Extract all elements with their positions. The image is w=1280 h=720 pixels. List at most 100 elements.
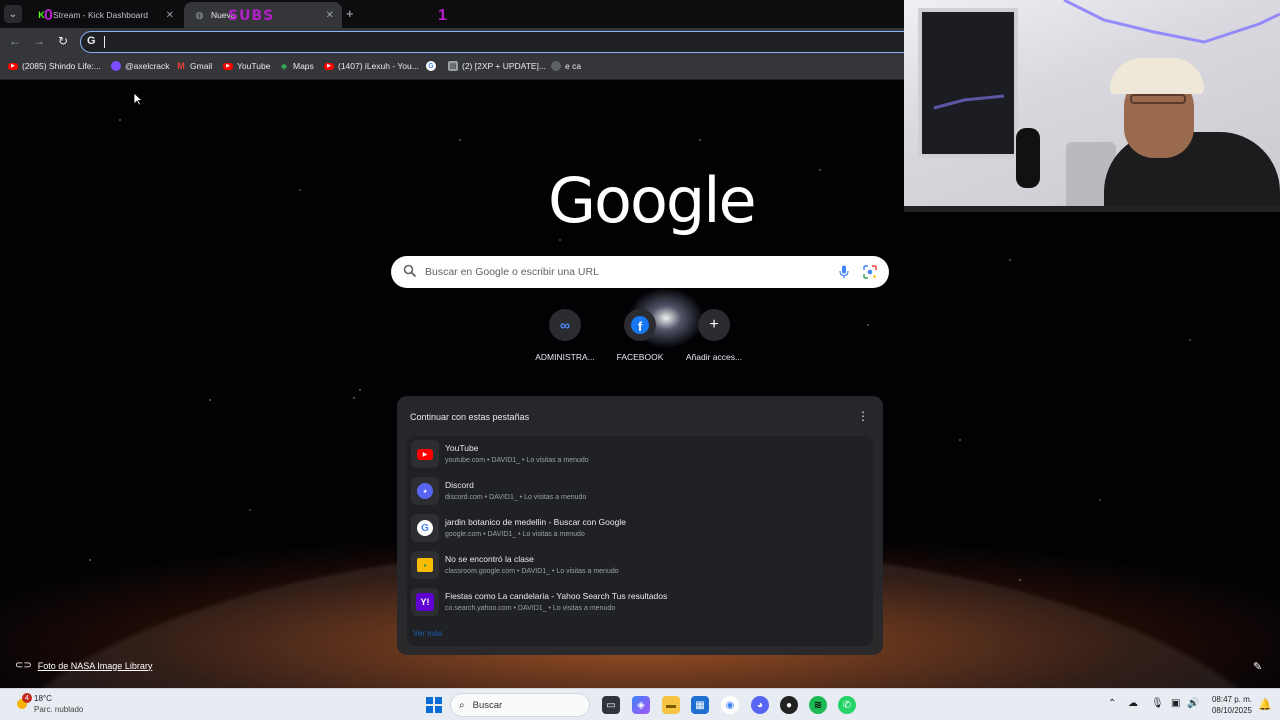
tab-title: Stream - Kick Dashboard <box>53 10 148 20</box>
bookmark-google[interactable]: G <box>426 61 440 71</box>
google-icon: G <box>417 520 433 536</box>
volume-icon[interactable]: 🔊 <box>1187 698 1199 709</box>
row-subtitle: co.search.yahoo.com • DAVID1_ • Lo visit… <box>445 605 616 612</box>
row-title: Fiestas como La candelaria - Yahoo Searc… <box>445 591 668 601</box>
tab-search-button[interactable]: ⌄ <box>4 5 22 23</box>
chrome-icon[interactable]: ◉ <box>721 696 739 714</box>
list-item[interactable]: G jardin botanico de medellin - Buscar c… <box>407 511 873 547</box>
whatsapp-icon[interactable]: ✆ <box>838 696 856 714</box>
google-lens-icon[interactable] <box>863 265 877 279</box>
meta-icon: ∞ <box>560 317 570 333</box>
globe-icon: ◍ <box>195 9 204 20</box>
stream-overlay-counter-left: 0 <box>44 7 53 24</box>
list-item[interactable]: ▶ YouTube youtube.com • DAVID1_ • Lo vis… <box>407 437 873 473</box>
google-icon: G <box>87 35 96 47</box>
gmail-icon: M <box>177 61 185 71</box>
shortcut-administra[interactable]: ∞ ADMINISTRA... <box>525 309 605 362</box>
continue-tabs-card: Continuar con estas pestañas ⋮ ▶ YouTube… <box>397 396 883 655</box>
bookmark-2xp-update[interactable]: ▤ (2) [2XP + UPDATE]... <box>448 61 546 71</box>
bookmark-youtube[interactable]: ▶ YouTube <box>223 61 270 71</box>
list-item[interactable]: ▪ No se encontró la clase classroom.goog… <box>407 548 873 584</box>
row-subtitle: discord.com • DAVID1_ • Lo visitas a men… <box>445 494 587 501</box>
close-icon[interactable]: ✕ <box>166 10 174 21</box>
forward-arrow-icon[interactable]: → <box>31 34 47 48</box>
bookmark-label: (2) [2XP + UPDATE]... <box>462 61 547 71</box>
youtube-icon: ▶ <box>223 62 233 70</box>
weather-widget[interactable]: 4 18°C Parc. nublado <box>14 693 83 715</box>
edit-pencil-icon[interactable]: ✎ <box>1253 660 1262 673</box>
new-tab-button[interactable]: + <box>346 6 354 21</box>
row-icon-tile: ▪ <box>411 551 439 579</box>
weather-icon: 4 <box>14 693 32 713</box>
shortcut-tile: f <box>624 309 656 341</box>
address-bar[interactable]: G <box>80 31 904 53</box>
see-more-link[interactable]: Ver más <box>413 629 442 638</box>
taskbar-search[interactable]: ⌕ Buscar <box>450 693 590 717</box>
discord-icon[interactable]: ◕ <box>751 696 769 714</box>
document-icon: ▤ <box>448 61 458 71</box>
file-explorer-icon[interactable]: ▬ <box>662 696 680 714</box>
text-caret <box>104 36 105 48</box>
search-input[interactable] <box>425 262 825 282</box>
list-item[interactable]: ◕ Discord discord.com • DAVID1_ • Lo vis… <box>407 474 873 510</box>
windows-start-icon[interactable] <box>426 697 442 713</box>
microsoft-store-icon[interactable]: ▦ <box>691 696 709 714</box>
chevron-up-icon[interactable]: ⌃ <box>1108 698 1116 709</box>
bookmark-label: Maps <box>293 61 314 71</box>
app-icon[interactable]: ● <box>780 696 798 714</box>
clock-date: 08/10/2025 <box>1211 706 1252 715</box>
search-icon <box>403 264 417 278</box>
row-icon-tile: Y! <box>411 588 439 616</box>
streamer-cap-shape <box>1110 58 1204 94</box>
browser-toolbar: ← → ↻ G <box>0 28 904 56</box>
notification-bell-icon[interactable]: 🔔 <box>1258 698 1272 711</box>
bookmark-e-ca[interactable]: e ca <box>551 61 581 71</box>
bookmark-shindo-life[interactable]: ▶ (2085) Shindo Life:... <box>8 61 101 71</box>
bookmark-label: (2085) Shindo Life:... <box>22 61 101 71</box>
clock[interactable]: 08:47 p. m. 08/10/2025 <box>1200 694 1252 716</box>
bookmark-maps[interactable]: ⬥ Maps <box>279 61 314 72</box>
shortcut-facebook[interactable]: f FACEBOOK <box>600 309 680 362</box>
youtube-icon: ▶ <box>8 62 18 70</box>
spotify-icon[interactable]: ≋ <box>809 696 827 714</box>
bookmark-ilexuh[interactable]: ▶ (1407) iLexuh - You... <box>324 61 419 71</box>
microphone-icon[interactable] <box>839 265 849 279</box>
onedrive-icon[interactable]: ☁ <box>1128 698 1138 709</box>
row-icon-tile: G <box>411 514 439 542</box>
tab-strip: ⌄ K Stream - Kick Dashboard ✕ ◍ Nueva ✕ … <box>0 0 904 28</box>
stream-overlay-subs: SUBS <box>228 8 275 24</box>
facebook-icon: f <box>631 316 649 334</box>
row-subtitle: youtube.com • DAVID1_ • Lo visitas a men… <box>445 457 589 464</box>
network-icon[interactable]: ▣ <box>1171 698 1180 709</box>
background-credit-link[interactable]: ⊂⊃ Foto de NASA Image Library <box>15 660 152 671</box>
copilot-icon[interactable]: ◈ <box>632 696 650 714</box>
youtube-icon: ▶ <box>417 448 433 460</box>
taskbar: 4 18°C Parc. nublado ⌕ Buscar ▭ ◈ ▬ ▦ ◉ … <box>0 688 1280 720</box>
list-item[interactable]: Y! Fiestas como La candelaria - Yahoo Se… <box>407 585 873 621</box>
bookmark-gmail[interactable]: M Gmail <box>176 61 212 71</box>
notification-badge: 4 <box>22 693 32 703</box>
row-title: No se encontró la clase <box>445 554 534 564</box>
discord-icon: ◕ <box>417 483 433 499</box>
card-list: ▶ YouTube youtube.com • DAVID1_ • Lo vis… <box>407 436 873 646</box>
weather-temperature: 18°C <box>34 694 52 703</box>
reload-icon[interactable]: ↻ <box>55 34 71 48</box>
taskbar-search-label: Buscar <box>472 699 503 711</box>
bookmark-axelcrack[interactable]: @axelcrack <box>111 61 170 71</box>
google-logo: Google <box>548 164 757 237</box>
row-title: Discord <box>445 480 474 490</box>
microphone-icon[interactable]: 🎙 <box>1151 698 1164 709</box>
stream-overlay-counter: 1 <box>438 7 447 24</box>
close-icon[interactable]: ✕ <box>326 10 334 21</box>
row-subtitle: classroom.google.com • DAVID1_ • Lo visi… <box>445 568 619 575</box>
shortcut-label: FACEBOOK <box>616 352 664 362</box>
row-title: jardin botanico de medellin - Buscar con… <box>445 517 626 527</box>
shortcut-add[interactable]: + Añadir acces... <box>674 309 754 362</box>
more-vert-icon[interactable]: ⋮ <box>857 409 869 423</box>
search-icon: ⌕ <box>459 699 465 711</box>
search-box[interactable] <box>391 256 889 288</box>
bookmark-label: (1407) iLexuh - You... <box>338 61 419 71</box>
task-view-icon[interactable]: ▭ <box>602 696 620 714</box>
shortcut-tile: ∞ <box>549 309 581 341</box>
back-arrow-icon[interactable]: ← <box>7 34 23 48</box>
